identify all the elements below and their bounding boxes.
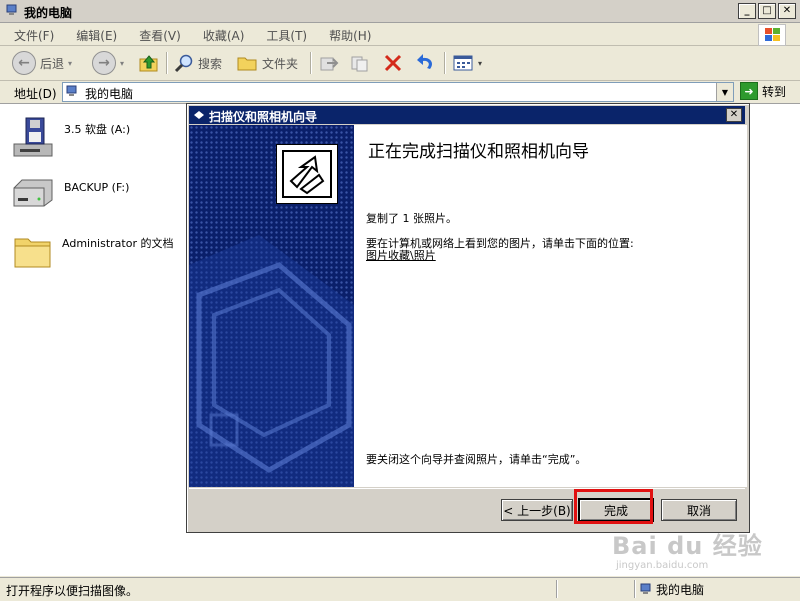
up-button[interactable] [138, 51, 160, 75]
go-button[interactable]: ➜ 转到 [740, 82, 786, 100]
search-label: 搜索 [198, 56, 223, 71]
search-icon [174, 54, 193, 73]
menu-view[interactable]: 查看(V) [139, 27, 181, 44]
forward-button[interactable]: → ▾ [92, 51, 124, 75]
folders-icon [237, 57, 257, 71]
documents-folder-item[interactable]: Administrator 的文档 [12, 230, 174, 272]
explorer-window: 我的电脑 _ □ ✕ 文件(F) 编辑(E) 查看(V) 收藏(A) 工具(T)… [0, 0, 800, 601]
back-button[interactable]: ← 后退 ▾ [12, 51, 72, 75]
status-divider [556, 580, 557, 598]
wizard-heading: 正在完成扫描仪和照相机向导 [368, 142, 589, 162]
go-arrow-icon: ➜ [740, 82, 758, 100]
wizard-button-bar: < 上一步(B) 完成 取消 [189, 488, 745, 531]
folders-label: 文件夹 [262, 56, 299, 71]
back-label: 后退 [40, 56, 65, 71]
baidu-watermark-url: jingyan.baidu.com [616, 560, 709, 571]
close-button[interactable]: ✕ [778, 3, 796, 19]
copied-count-text: 复制了 1 张照片。 [366, 212, 457, 225]
move-to-icon [320, 57, 339, 71]
toolbar-separator [166, 52, 167, 74]
undo-button[interactable] [414, 51, 436, 75]
status-location: 我的电脑 [640, 581, 704, 598]
window-controls: _ □ ✕ [738, 3, 796, 19]
views-dropdown-icon: ▾ [478, 58, 483, 68]
menu-favorites[interactable]: 收藏(A) [203, 27, 245, 44]
window-title: 我的电脑 [24, 6, 73, 20]
my-computer-icon [6, 4, 17, 15]
hard-drive-icon [13, 179, 53, 207]
copy-to-button[interactable] [350, 51, 372, 75]
menu-file[interactable]: 文件(F) [14, 27, 54, 44]
my-computer-icon [66, 85, 77, 96]
forward-dropdown-icon: ▾ [120, 58, 125, 68]
back-dropdown-icon: ▾ [68, 58, 73, 68]
finish-button[interactable]: 完成 [578, 498, 654, 522]
toolbar-separator [444, 52, 445, 74]
floppy-drive-item[interactable]: 3.5 软盘 (A:) [10, 116, 176, 162]
copy-to-icon [351, 56, 368, 72]
dialog-title-bar: 扫描仪和照相机向导 ✕ [189, 106, 745, 124]
close-hint-text: 要关闭这个向导并查阅照片，请单击“完成”。 [366, 453, 587, 466]
address-dropdown-button[interactable]: ▼ [716, 83, 733, 101]
wizard-side-panel [189, 125, 354, 487]
dialog-title: 扫描仪和照相机向导 [209, 110, 318, 124]
status-divider [634, 580, 635, 598]
address-value: 我的电脑 [85, 87, 134, 101]
menu-tools[interactable]: 工具(T) [266, 27, 307, 44]
address-label: 地址(D) [14, 87, 57, 101]
scanner-camera-wizard-dialog: 扫描仪和照相机向导 ✕ 正在完成扫描仪和照相机向导 复制了 1 张照片。 要在计… [186, 103, 750, 533]
item-label: 3.5 软盘 (A:) [64, 123, 131, 136]
status-text: 打开程序以便扫描图像。 [6, 584, 139, 598]
photos-location-link[interactable]: 图片收藏\照片 [366, 247, 436, 263]
wizard-content: 正在完成扫描仪和照相机向导 复制了 1 张照片。 要在计算机或网络上看到您的图片… [354, 125, 747, 487]
wizard-title-icon [194, 111, 204, 119]
title-bar: 我的电脑 _ □ ✕ [0, 0, 800, 23]
menu-edit[interactable]: 编辑(E) [76, 27, 117, 44]
my-computer-icon [640, 583, 651, 594]
status-location-label: 我的电脑 [656, 583, 705, 597]
folder-icon [14, 238, 51, 268]
toolbar: ← 后退 ▾ → ▾ 搜索 文件夹 ▾ [0, 46, 800, 81]
delete-icon [384, 54, 402, 72]
backup-drive-item[interactable]: BACKUP (F:) [10, 174, 176, 214]
forward-arrow-icon: → [92, 51, 116, 75]
go-label: 转到 [762, 84, 787, 99]
search-button[interactable]: 搜索 [174, 51, 222, 75]
views-button[interactable]: ▾ [452, 51, 482, 75]
back-step-button[interactable]: < 上一步(B) [501, 499, 573, 521]
minimize-button[interactable]: _ [738, 3, 756, 19]
item-label: BACKUP (F:) [64, 181, 130, 194]
back-arrow-icon: ← [12, 51, 36, 75]
address-input[interactable]: 我的电脑 ▼ [62, 82, 734, 102]
menu-help[interactable]: 帮助(H) [329, 27, 371, 44]
item-label: Administrator 的文档 [62, 237, 174, 250]
windows-logo-icon [758, 24, 786, 46]
folders-button[interactable]: 文件夹 [236, 51, 298, 75]
status-bar: 打开程序以便扫描图像。 我的电脑 [0, 577, 800, 601]
floppy-drive-icon [13, 117, 53, 157]
delete-button[interactable] [382, 51, 404, 75]
views-icon [453, 55, 473, 71]
address-bar: 地址(D) 我的电脑 ▼ ➜ 转到 [0, 81, 800, 104]
wizard-logo-icon [276, 144, 338, 204]
dialog-close-button[interactable]: ✕ [726, 108, 742, 122]
undo-icon [417, 54, 433, 69]
menu-bar: 文件(F) 编辑(E) 查看(V) 收藏(A) 工具(T) 帮助(H) [0, 23, 800, 46]
cancel-button[interactable]: 取消 [661, 499, 737, 521]
maximize-button[interactable]: □ [758, 3, 776, 19]
toolbar-separator [310, 52, 311, 74]
move-to-button[interactable] [318, 51, 340, 75]
folder-up-icon [139, 55, 158, 72]
